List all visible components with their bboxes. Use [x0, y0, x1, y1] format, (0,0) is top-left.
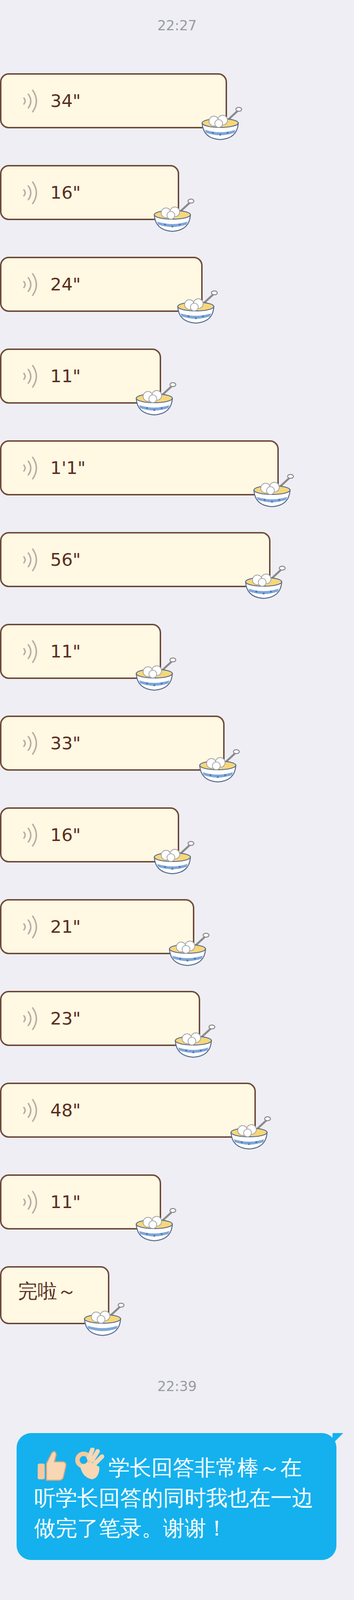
- voice-duration: 23": [50, 1008, 81, 1029]
- sound-wave-icon: [20, 637, 41, 667]
- voice-message[interactable]: 11": [0, 1174, 162, 1230]
- tangyuan-bowl-icon: [249, 469, 294, 509]
- voice-duration: 11": [50, 641, 81, 662]
- text-message[interactable]: 学长回答非常棒～在听学长回答的同时我也在一边做完了笔录。谢谢！: [16, 1433, 337, 1561]
- tangyuan-bowl-icon: [132, 1204, 177, 1244]
- timestamp: 22:39: [0, 1375, 354, 1398]
- sound-wave-icon: [20, 1187, 41, 1218]
- voice-duration: 56": [50, 549, 81, 570]
- sound-wave-icon: [20, 270, 41, 300]
- sound-wave-icon: [20, 545, 41, 575]
- tangyuan-bowl-icon: [132, 377, 177, 417]
- voice-message[interactable]: 11": [0, 348, 162, 404]
- voice-duration: 33": [50, 733, 81, 754]
- tangyuan-bowl-icon: [132, 653, 177, 693]
- ok-hand-icon: [71, 1448, 107, 1484]
- message-row: 33": [0, 715, 354, 771]
- tangyuan-bowl-icon: [80, 1298, 125, 1338]
- voice-duration: 16": [50, 182, 81, 203]
- text-message[interactable]: 完啦～: [0, 1266, 110, 1325]
- voice-duration: 34": [50, 90, 81, 111]
- tangyuan-bowl-icon: [165, 928, 210, 968]
- voice-message[interactable]: 48": [0, 1082, 256, 1139]
- tangyuan-bowl-icon: [150, 194, 195, 234]
- tangyuan-bowl-icon: [171, 1020, 216, 1060]
- message-row: 学长回答非常棒～在听学长回答的同时我也在一边做完了笔录。谢谢！: [0, 1433, 354, 1561]
- sound-wave-icon: [20, 453, 41, 483]
- sound-wave-icon: [20, 86, 41, 116]
- voice-message[interactable]: 16": [0, 165, 180, 221]
- message-row: 1'1": [0, 440, 354, 496]
- sound-wave-icon: [20, 178, 41, 208]
- sound-wave-icon: [20, 1096, 41, 1126]
- message-text: 完啦～: [18, 1278, 77, 1306]
- voice-duration: 48": [50, 1100, 81, 1121]
- tangyuan-bowl-icon: [198, 102, 243, 142]
- voice-message[interactable]: 11": [0, 624, 162, 680]
- voice-duration: 16": [50, 825, 81, 846]
- voice-message[interactable]: 16": [0, 807, 180, 863]
- message-row: 21": [0, 899, 354, 955]
- sound-wave-icon: [20, 361, 41, 392]
- chat-page: 22:27 34" 16" 24" 11" 1'1" 56" 11" 33" 16" 21" 23" 4…: [0, 0, 354, 1600]
- voice-message[interactable]: 1'1": [0, 440, 279, 496]
- message-row: 24": [0, 256, 354, 313]
- tangyuan-bowl-icon: [195, 745, 240, 785]
- message-row: 23": [0, 991, 354, 1047]
- voice-message[interactable]: 24": [0, 256, 203, 313]
- voice-duration: 21": [50, 916, 81, 938]
- message-row: 11": [0, 1174, 354, 1230]
- voice-duration: 11": [50, 366, 81, 387]
- tangyuan-bowl-icon: [150, 836, 195, 876]
- sound-wave-icon: [20, 1004, 41, 1034]
- voice-message[interactable]: 56": [0, 532, 271, 588]
- bubble-tail: [332, 1433, 344, 1445]
- voice-message[interactable]: 23": [0, 991, 201, 1047]
- tangyuan-bowl-icon: [241, 561, 286, 601]
- voice-message[interactable]: 34": [0, 73, 228, 129]
- sound-wave-icon: [20, 820, 41, 851]
- voice-message[interactable]: 33": [0, 715, 225, 771]
- sound-wave-icon: [20, 728, 41, 759]
- sound-wave-icon: [20, 912, 41, 942]
- message-row: 34": [0, 73, 354, 129]
- message-row: 56": [0, 532, 354, 588]
- voice-duration: 1'1": [50, 458, 86, 479]
- voice-duration: 24": [50, 274, 81, 295]
- message-row: 48": [0, 1082, 354, 1139]
- voice-message[interactable]: 21": [0, 899, 195, 955]
- timestamp: 22:27: [0, 14, 354, 37]
- voice-duration: 11": [50, 1192, 81, 1213]
- message-row: 11": [0, 348, 354, 404]
- tangyuan-bowl-icon: [227, 1112, 271, 1152]
- message-row: 完啦～: [0, 1266, 354, 1325]
- message-text: 学长回答非常棒～在听学长回答的同时我也在一边做完了笔录。谢谢！: [34, 1455, 314, 1541]
- thumbs-up-icon: [34, 1448, 70, 1484]
- message-row: 16": [0, 807, 354, 863]
- message-row: 11": [0, 624, 354, 680]
- tangyuan-bowl-icon: [173, 286, 218, 326]
- message-row: 16": [0, 165, 354, 221]
